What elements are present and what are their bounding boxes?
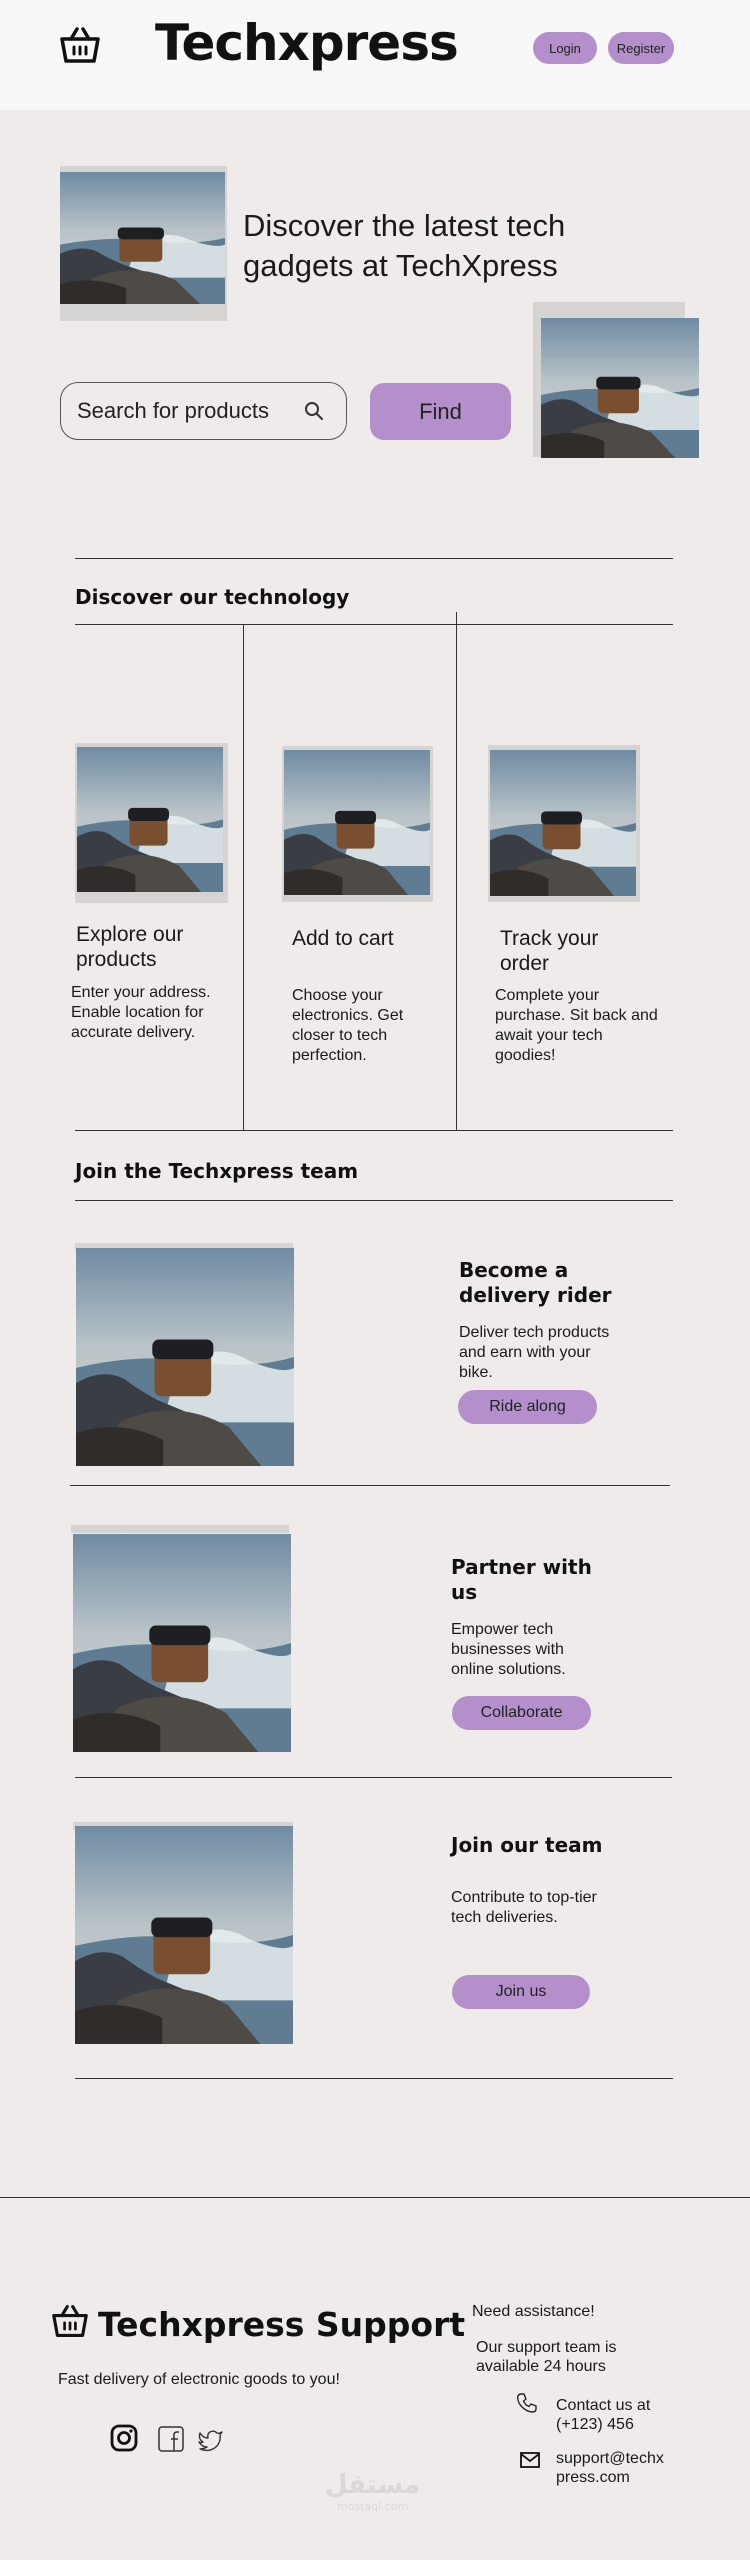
watermark-arabic: مستقل <box>325 2470 421 2500</box>
search-placeholder: Search for products <box>77 398 269 423</box>
step-title-explore: Explore our products <box>76 923 184 971</box>
footer-tagline: Fast delivery of electronic goods to you… <box>58 2371 340 2388</box>
card-desc-rider: Deliver tech products and earn with your… <box>459 1324 610 1381</box>
ride-along-button[interactable]: Ride along <box>458 1390 597 1424</box>
basket-icon[interactable] <box>58 25 102 65</box>
support-hours: Our support team is available 24 hours <box>476 2339 617 2375</box>
divider <box>75 1200 673 1201</box>
collaborate-button[interactable]: Collaborate <box>452 1696 591 1730</box>
brand-title[interactable]: Techxpress <box>155 14 459 72</box>
site-header: Techxpress Login Register <box>0 0 750 110</box>
card-title-join: Join our team <box>451 1833 603 1857</box>
card-image-rider <box>76 1248 294 1466</box>
hero-image-left <box>60 172 225 304</box>
support-email[interactable]: support@techxpress.com <box>556 2449 671 2487</box>
hero-headline: Discover the latest tech gadgets at Tech… <box>243 208 566 283</box>
card-image-join <box>75 1826 293 2044</box>
step-desc-track: Complete your purchase. Sit back and awa… <box>495 987 658 1064</box>
technology-section-title: Discover our technology <box>75 585 350 609</box>
divider <box>75 2078 673 2079</box>
card-desc-join: Contribute to top-tier tech deliveries. <box>451 1889 597 1926</box>
search-input[interactable]: Search for products <box>60 382 347 440</box>
footer-brand: Techxpress Support <box>98 2305 466 2344</box>
twitter-icon[interactable] <box>198 2428 224 2452</box>
step-title-cart: Add to cart <box>292 927 394 950</box>
step-title-track: Track your order <box>500 927 599 975</box>
watermark: مستقل mostaql.com <box>325 2470 420 2513</box>
step-desc-cart: Choose your electronics. Get closer to t… <box>292 987 404 1064</box>
find-button[interactable]: Find <box>370 383 511 440</box>
divider <box>70 1485 670 1486</box>
phone-number[interactable]: (+123) 456 <box>556 2415 676 2434</box>
watermark-latin: mostaql.com <box>336 2500 409 2513</box>
need-assistance: Need assistance! <box>472 2303 595 2320</box>
step-desc-explore: Enter your address. Enable location for … <box>71 984 211 1041</box>
team-section-title: Join the Techxpress team <box>75 1159 359 1183</box>
step-image-explore <box>77 747 223 892</box>
footer-divider <box>0 2197 750 2198</box>
register-button[interactable]: Register <box>608 32 674 64</box>
divider <box>75 624 673 625</box>
card-title-partner: Partner with us <box>451 1555 592 1604</box>
hero-image-right <box>541 318 699 458</box>
column-divider <box>243 625 244 1130</box>
phone-icon <box>516 2393 537 2413</box>
divider <box>75 1130 673 1131</box>
login-button[interactable]: Login <box>533 32 597 64</box>
basket-icon <box>52 2305 88 2337</box>
column-divider <box>456 612 457 1130</box>
contact-block: Contact us at (+123) 456 <box>556 2396 676 2434</box>
step-image-track <box>490 750 636 896</box>
divider <box>75 558 673 559</box>
instagram-icon[interactable] <box>109 2423 139 2453</box>
facebook-icon[interactable] <box>156 2424 186 2454</box>
card-title-rider: Become a delivery rider <box>459 1258 612 1307</box>
join-us-button[interactable]: Join us <box>452 1975 590 2009</box>
divider <box>75 1777 672 1778</box>
card-desc-partner: Empower tech businesses with online solu… <box>451 1621 566 1678</box>
card-image-frame <box>71 1525 289 1533</box>
email-icon <box>520 2452 540 2468</box>
card-image-partner <box>73 1534 291 1752</box>
step-image-cart <box>284 750 430 895</box>
search-icon[interactable] <box>304 401 324 421</box>
contact-label: Contact us at <box>556 2397 651 2414</box>
